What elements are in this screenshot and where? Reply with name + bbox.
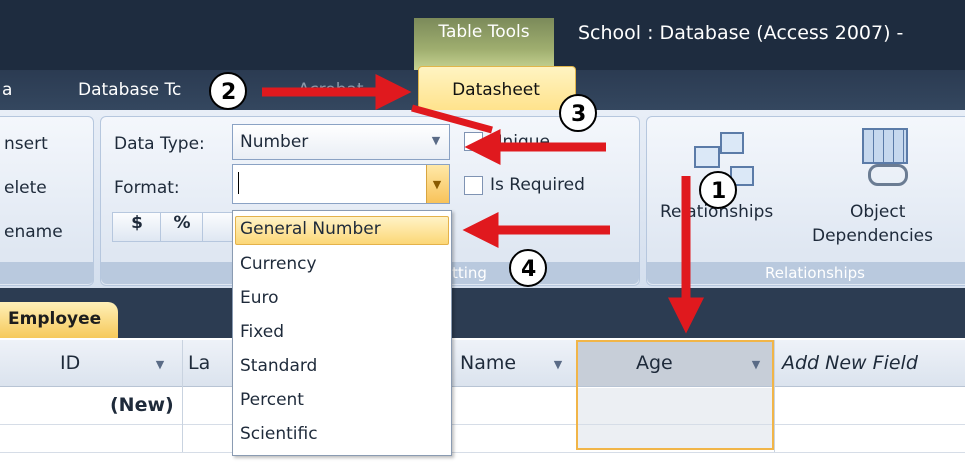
annotation-marker-1-number: 1	[711, 179, 726, 204]
annotation-marker-4-number: 4	[521, 257, 536, 282]
annotation-marker-2: 2	[209, 72, 247, 110]
annotation-marker-4: 4	[509, 249, 547, 287]
annotation-marker-3: 3	[559, 94, 597, 132]
annotation-marker-2-number: 2	[221, 80, 236, 105]
annotation-arrow-3b	[411, 104, 493, 134]
annotation-overlay: 1 2 3 4	[209, 72, 737, 334]
annotation-marker-3-number: 3	[571, 102, 586, 127]
annotation-marker-1: 1	[699, 171, 737, 209]
